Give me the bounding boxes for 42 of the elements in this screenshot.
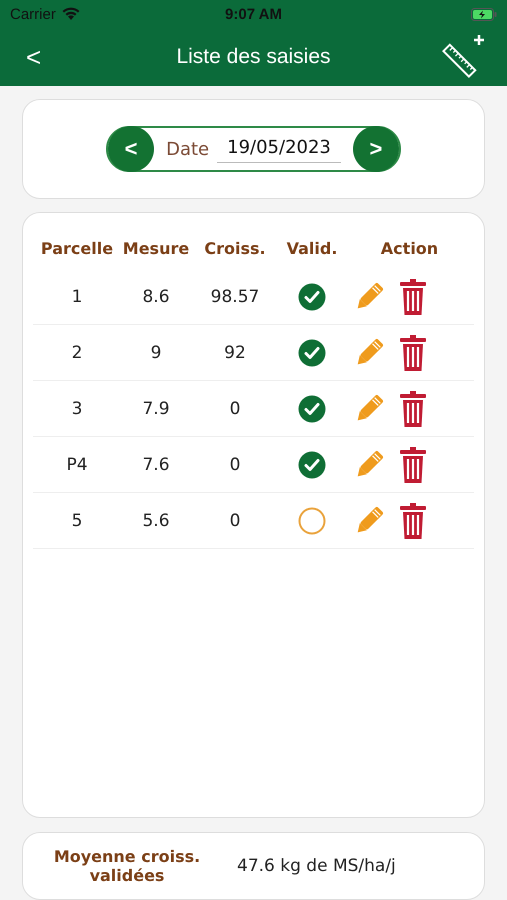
table-cell: 3 (72, 398, 82, 418)
table-cell: 0 (230, 510, 240, 530)
trash-icon[interactable] (399, 446, 427, 484)
carrier-text: Carrier (10, 6, 56, 22)
trash-icon[interactable] (399, 334, 427, 372)
table-cell: P4 (66, 454, 88, 474)
check-circle-icon[interactable] (298, 394, 326, 422)
summary-value: 47.6 kg de MS/ha/j (237, 856, 396, 876)
date-field[interactable]: 19/05/2023 (217, 135, 341, 163)
summary-label: Moyenne croiss. validées (52, 847, 202, 885)
next-date-button[interactable]: > (352, 126, 399, 172)
battery-icon (471, 8, 497, 20)
table-cell: 0 (230, 398, 240, 418)
table-cell: 5.6 (142, 510, 170, 530)
previous-date-button[interactable]: < (108, 126, 154, 172)
table-cell: 98.57 (210, 286, 260, 306)
check-circle-icon[interactable] (298, 282, 326, 310)
date-label: Date (166, 138, 210, 160)
clock-text: 9:07 AM (225, 6, 282, 22)
table-cell: 9 (150, 342, 162, 362)
check-circle-icon[interactable] (298, 450, 326, 478)
trash-icon[interactable] (399, 278, 427, 316)
column-header: Action (380, 238, 438, 258)
add-ruler-icon[interactable] (439, 33, 487, 81)
screen-title: Liste des saisies (176, 45, 331, 69)
table-cell: 0 (230, 454, 240, 474)
table-cell: 7.6 (142, 454, 170, 474)
table-cell: 8.6 (142, 286, 170, 306)
column-header: Croiss. (204, 238, 266, 258)
column-header: Parcelle (40, 238, 114, 258)
trash-icon[interactable] (399, 390, 427, 428)
column-header: Mesure (122, 238, 190, 258)
column-header: Valid. (286, 238, 338, 258)
table-cell: 7.9 (142, 398, 170, 418)
table-cell: 92 (224, 342, 246, 362)
back-button[interactable]: < (20, 42, 48, 72)
table-cell: 5 (72, 510, 82, 530)
table-cell: 1 (72, 286, 82, 306)
trash-icon[interactable] (399, 502, 427, 540)
table-cell: 2 (72, 342, 82, 362)
wifi-icon (60, 7, 81, 21)
check-circle-icon[interactable] (298, 338, 326, 366)
